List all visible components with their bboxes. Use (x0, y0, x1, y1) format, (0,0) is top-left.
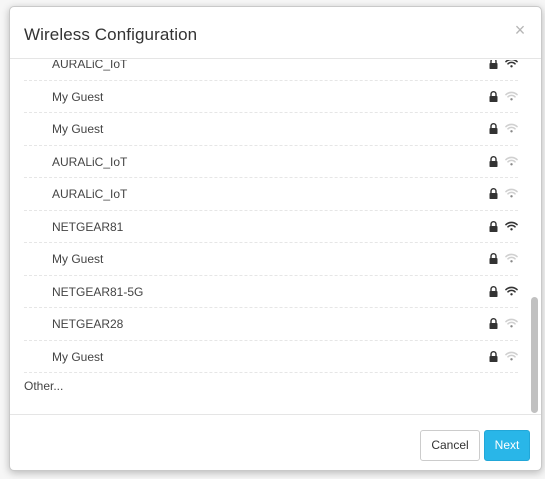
cancel-button[interactable]: Cancel (420, 430, 480, 461)
network-name: AURALiC_IoT (52, 60, 128, 71)
lock-icon (489, 253, 498, 264)
wireless-config-dialog: Wireless Configuration × AURALiC_IoT My G… (9, 6, 542, 471)
network-name: NETGEAR81-5G (52, 284, 144, 299)
wifi-icon (505, 286, 518, 295)
network-name: AURALiC_IoT (52, 187, 128, 201)
close-icon[interactable]: × (511, 21, 529, 39)
lock-icon (489, 350, 498, 362)
wifi-icon (505, 221, 518, 230)
dialog-footer: Cancel Next (10, 414, 541, 470)
network-list-viewport: AURALiC_IoT My Guest My Guest AURALiC_IoT AU… (10, 60, 541, 414)
network-row[interactable]: My Guest (24, 243, 518, 276)
wifi-icon (505, 351, 518, 360)
network-row[interactable]: NETGEAR28 (24, 308, 518, 341)
network-row[interactable]: AURALiC_IoT (24, 60, 518, 81)
dialog-header: Wireless Configuration × (10, 7, 541, 59)
network-name: My Guest (52, 349, 104, 364)
network-row[interactable]: My Guest (24, 113, 518, 146)
network-name: AURALiC_IoT (52, 154, 128, 169)
network-row[interactable]: AURALiC_IoT (24, 146, 518, 178)
network-row[interactable]: AURALiC_IoT (24, 178, 518, 211)
lock-icon (489, 90, 498, 102)
network-name: My Guest (52, 89, 104, 104)
lock-icon (489, 188, 498, 199)
next-button[interactable]: Next (484, 430, 530, 461)
network-name: My Guest (52, 252, 104, 266)
wifi-icon (505, 318, 518, 328)
lock-icon (489, 123, 498, 134)
network-name: NETGEAR28 (52, 317, 124, 331)
lock-icon (489, 155, 498, 167)
wifi-icon (505, 156, 518, 165)
lock-icon (489, 318, 498, 329)
scrollbar-thumb[interactable] (531, 297, 538, 413)
wifi-icon (505, 91, 518, 100)
network-row[interactable]: My Guest (24, 81, 518, 113)
network-row[interactable]: NETGEAR81 (24, 211, 518, 243)
wifi-icon (505, 188, 518, 198)
lock-icon (489, 220, 498, 232)
network-name: NETGEAR81 (52, 219, 124, 234)
lock-icon (489, 285, 498, 297)
dialog-title: Wireless Configuration (24, 25, 198, 44)
wifi-icon (505, 60, 518, 68)
network-row[interactable]: NETGEAR81-5G (24, 276, 518, 308)
wifi-icon (505, 123, 518, 133)
lock-icon (489, 60, 498, 69)
network-name: My Guest (52, 122, 104, 136)
network-list: AURALiC_IoT My Guest My Guest AURALiC_IoT AU… (24, 60, 518, 373)
wifi-icon (505, 253, 518, 263)
other-network-option[interactable]: Other... (24, 379, 63, 393)
network-row[interactable]: My Guest (24, 341, 518, 373)
